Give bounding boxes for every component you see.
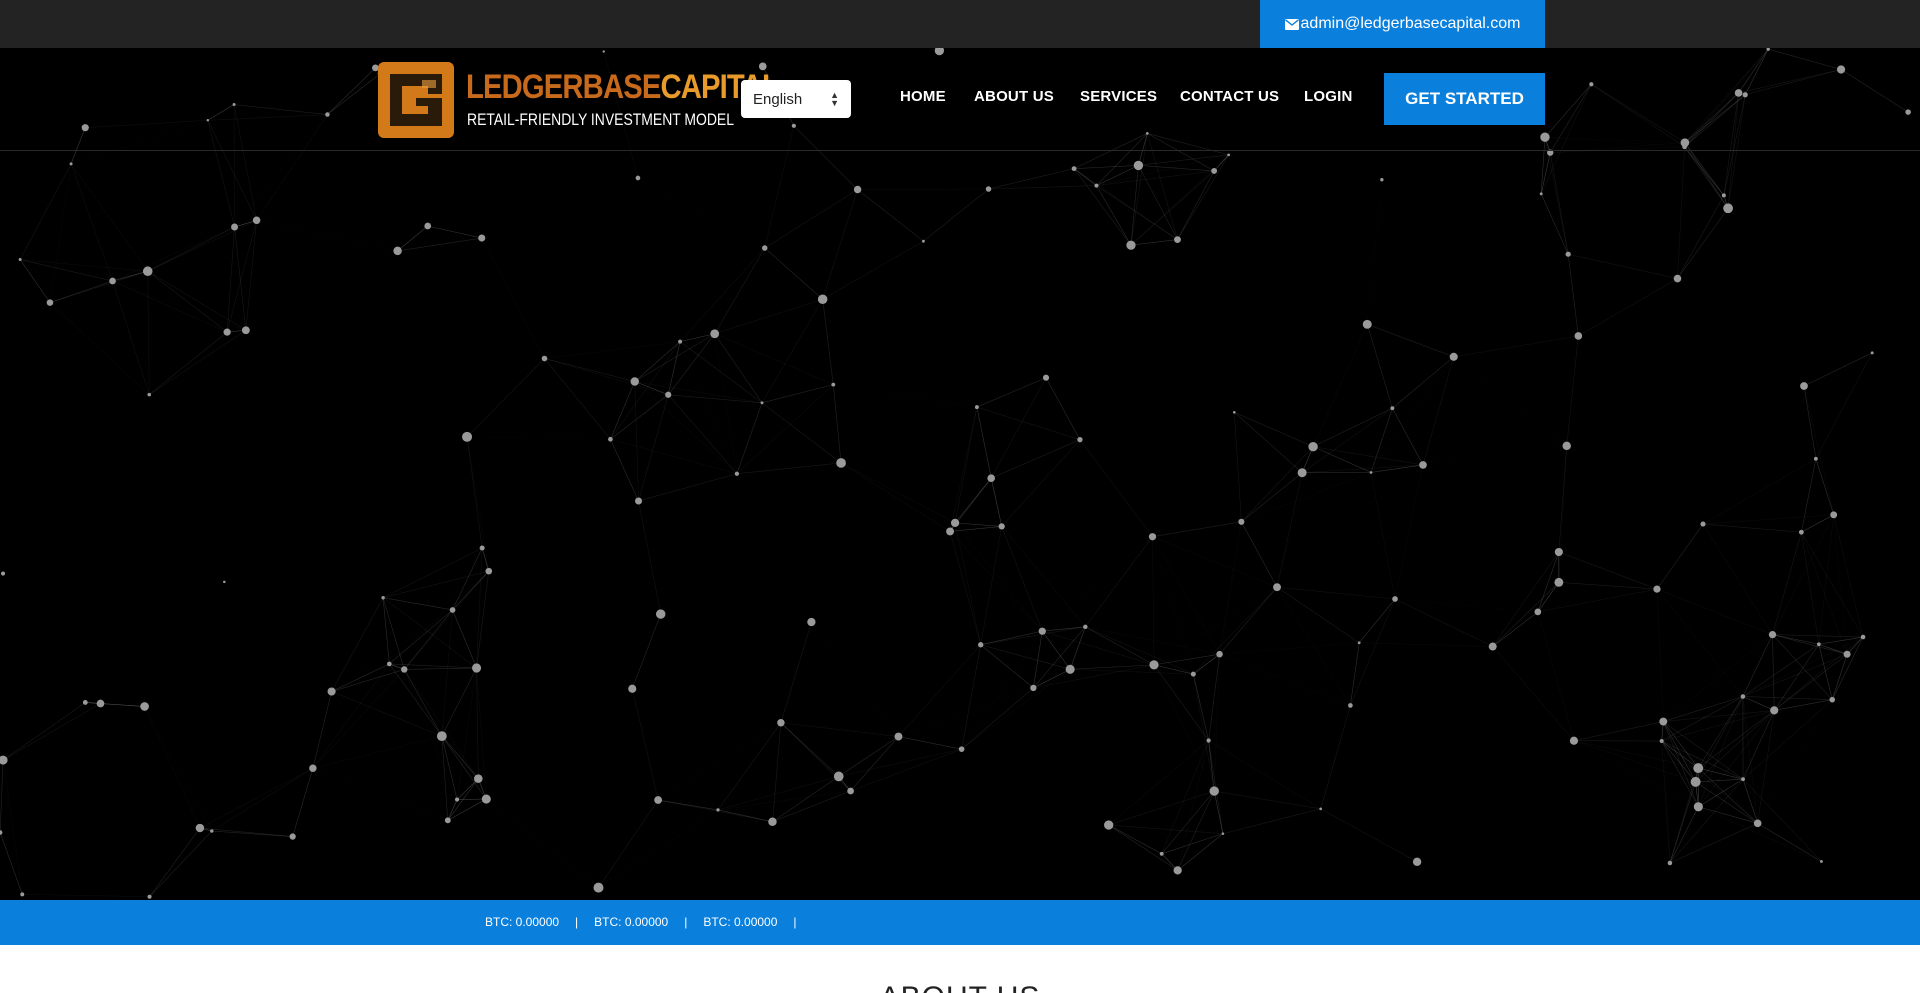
network-lines xyxy=(0,48,1909,898)
nav-home[interactable]: HOME xyxy=(900,88,946,105)
get-started-button[interactable]: GET STARTED xyxy=(1384,73,1545,125)
language-selected: English xyxy=(753,90,803,108)
price-ticker: BTC: 0.00000 | BTC: 0.00000 | BTC: 0.000… xyxy=(0,900,1920,945)
envelope-icon xyxy=(1284,18,1299,30)
email-contact[interactable]: admin@ledgerbasecapital.com xyxy=(1260,0,1545,48)
ticker-item: BTC: 0.00000 xyxy=(703,915,778,929)
top-bar: admin@ledgerbasecapital.com xyxy=(0,0,1920,48)
brand-name-part1: LEDGERBASE xyxy=(466,68,661,106)
ticker-separator: | xyxy=(793,915,797,929)
language-select[interactable]: English ▲ ▼ xyxy=(741,80,851,118)
ticker-item: BTC: 0.00000 xyxy=(594,915,669,929)
nav-login[interactable]: LOGIN xyxy=(1304,88,1353,105)
about-title: ABOUT US xyxy=(0,981,1920,993)
nav-contact-us[interactable]: CONTACT US xyxy=(1180,88,1279,105)
nav-about-us[interactable]: ABOUT US xyxy=(974,88,1054,105)
nav-divider xyxy=(0,150,1920,151)
brand-logo[interactable]: LEDGERBASECAPITAL RETAIL-FRIENDLY INVEST… xyxy=(376,60,780,140)
select-arrows-icon: ▲ ▼ xyxy=(830,90,839,108)
brand-tagline: RETAIL-FRIENDLY INVESTMENT MODEL xyxy=(467,110,734,129)
about-section: ABOUT US xyxy=(0,945,1920,993)
network-background xyxy=(0,48,1911,899)
email-text: admin@ledgerbasecapital.com xyxy=(1300,15,1521,32)
hero-section xyxy=(0,48,1920,900)
ticker-item: BTC: 0.00000 xyxy=(485,915,560,929)
nav-services[interactable]: SERVICES xyxy=(1080,88,1157,105)
